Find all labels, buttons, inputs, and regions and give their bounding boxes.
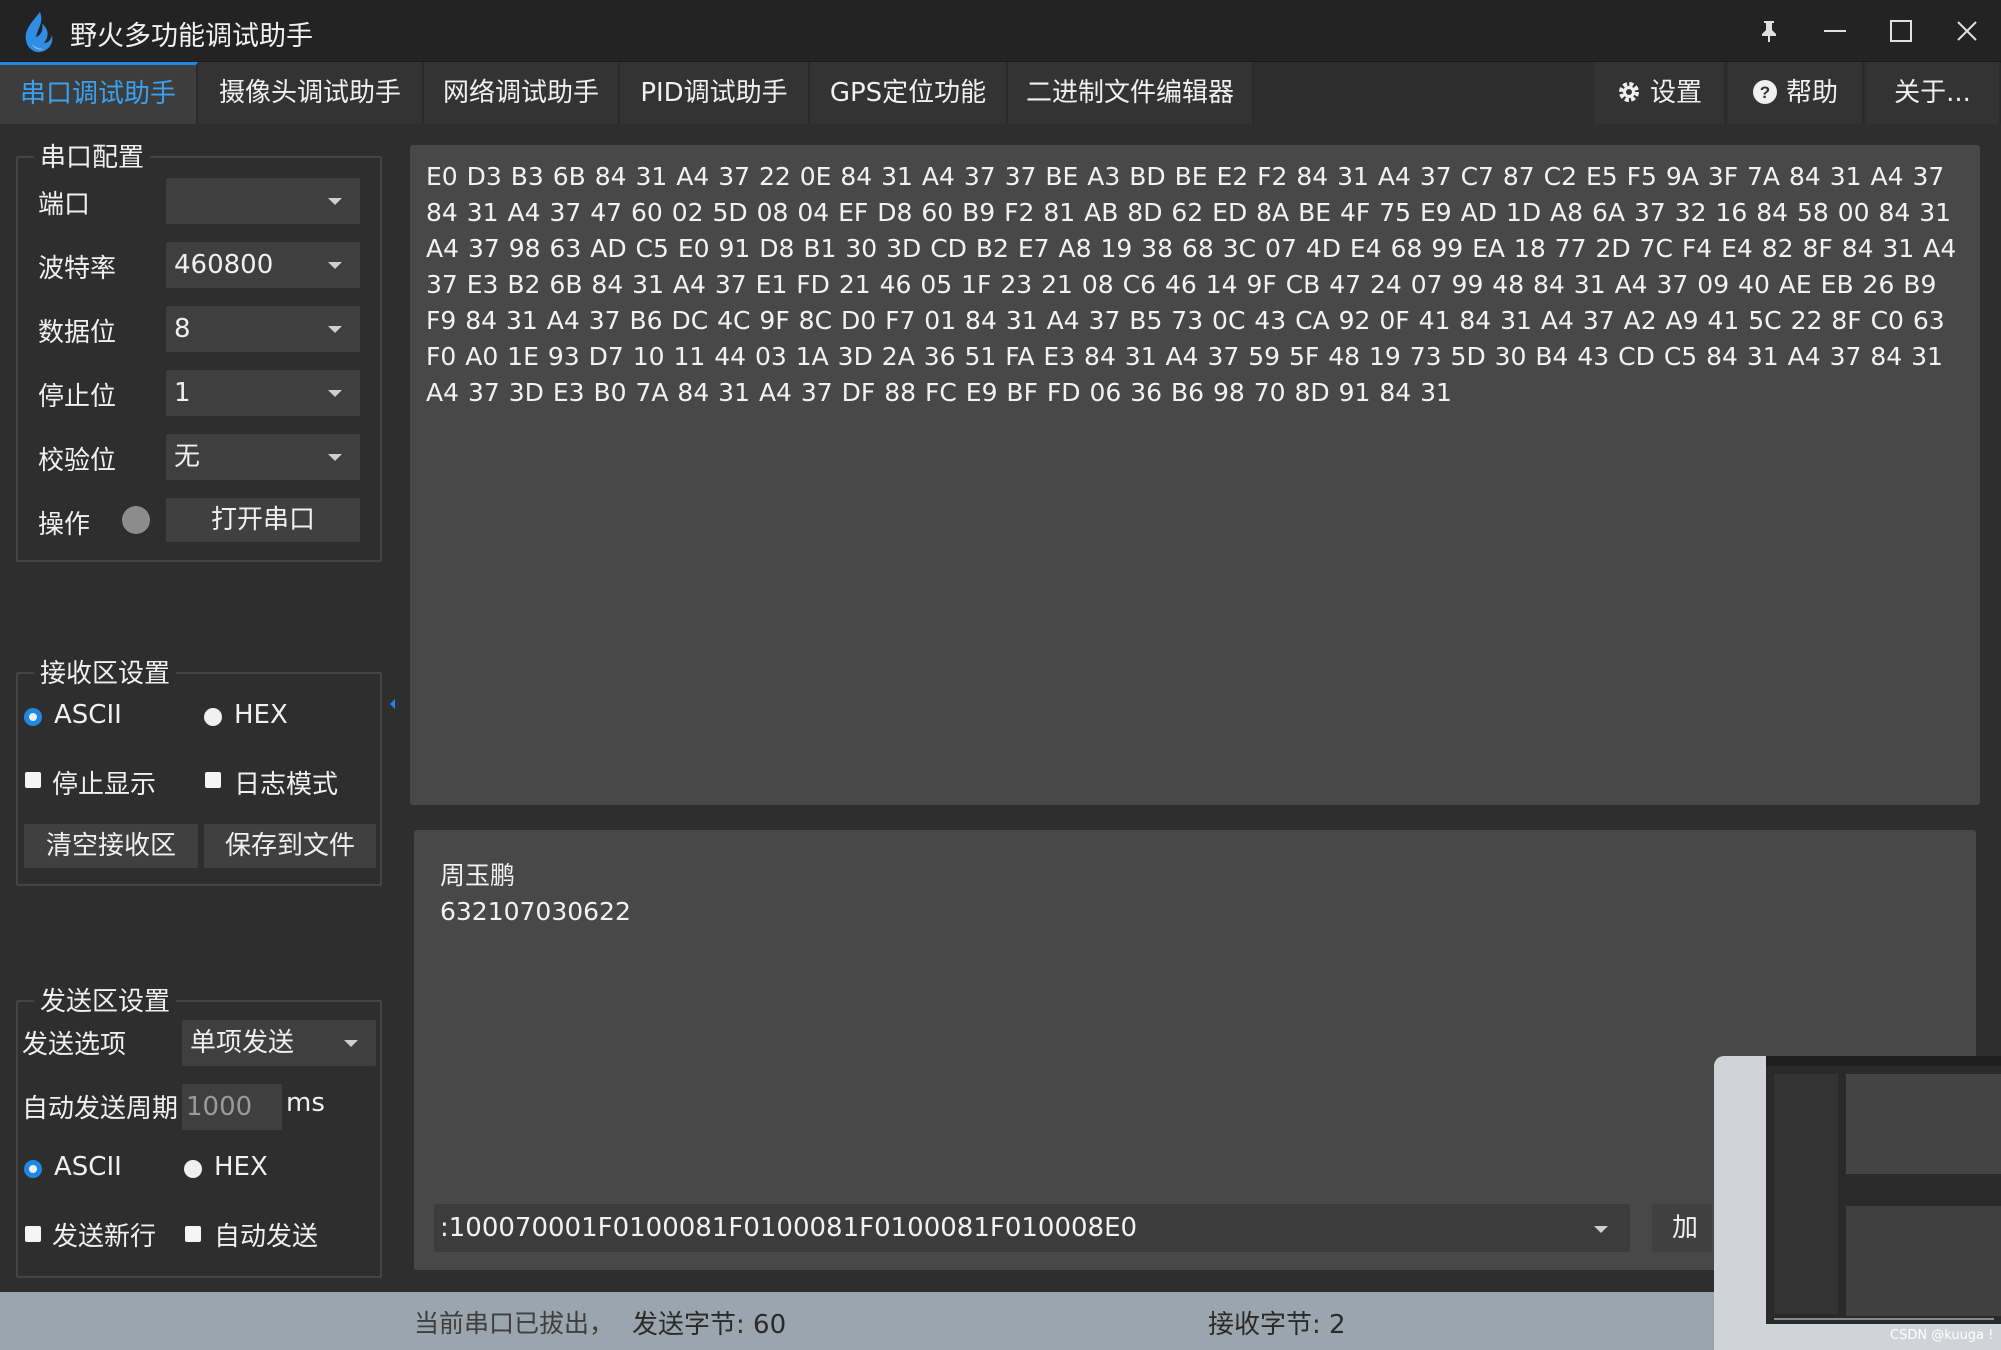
stopbits-label: 停止位 [38,382,117,412]
auto-send-label: 自动发送 [214,1222,319,1252]
window-title: 野火多功能调试助手 [70,21,313,52]
chevron-down-icon [1594,1226,1608,1233]
screenshot-thumbnail[interactable]: CSDN @kuuga ! [1714,1056,2001,1350]
recv-bytes-text: 接收字节: 2 [1208,1310,1346,1340]
tab-pid[interactable]: PID调试助手 [620,62,810,124]
serial-config-title: 串口配置 [34,137,151,174]
load-button[interactable]: 加载 [1652,1204,1712,1252]
chevron-down-icon [344,1040,358,1047]
thumbnail-caption: CSDN @kuuga ! [1890,1328,1994,1343]
send-hex-radio[interactable] [184,1160,202,1178]
send-text-line1: 周玉鹏 [440,861,516,890]
send-settings-title: 发送区设置 [34,981,177,1018]
send-text-line2: 632107030622 [440,897,631,926]
send-history-select[interactable]: :100070001F0100081F0100081F0100081F01000… [434,1204,1630,1252]
close-button[interactable] [1942,10,1992,52]
chevron-down-icon [328,198,342,205]
maximize-button[interactable] [1876,10,1926,52]
send-text: 周玉鹏 632107030622 [440,858,631,930]
status-bar [0,1292,2001,1350]
send-ascii-radio[interactable] [24,1160,42,1178]
port-state-text: 当前串口已拔出， [414,1309,615,1338]
send-ascii-label: ASCII [54,1152,122,1182]
send-option-select[interactable]: 单项发送 [182,1020,376,1066]
log-mode-label: 日志模式 [234,770,339,800]
close-icon [1957,21,1977,41]
parity-select[interactable]: 无 [166,434,360,480]
tab-settings[interactable]: 设置 [1594,62,1726,124]
chevron-down-icon [328,390,342,397]
tab-about[interactable]: 关于... [1866,62,2001,124]
chevron-down-icon [328,326,342,333]
send-option-label: 发送选项 [22,1030,127,1060]
receive-area[interactable]: E0 D3 B3 6B 84 31 A4 37 22 0E 84 31 A4 3… [410,145,1980,805]
thumbnail-image [1766,1056,2001,1324]
baud-label: 波特率 [38,254,117,284]
maximize-icon [1890,20,1912,42]
recv-hex-label: HEX [234,700,288,730]
parity-value: 无 [174,442,201,472]
tab-help[interactable]: ? 帮助 [1728,62,1864,124]
stop-display-label: 停止显示 [52,770,157,800]
log-mode-checkbox[interactable] [205,772,221,788]
stop-display-checkbox[interactable] [25,772,41,788]
tab-serial[interactable]: 串口调试助手 [0,62,198,124]
stopbits-value: 1 [174,378,191,408]
tab-network[interactable]: 网络调试助手 [424,62,620,124]
baud-select[interactable]: 460800 [166,242,360,288]
pin-icon [1762,21,1776,42]
parity-label: 校验位 [38,446,117,476]
send-hex-label: HEX [214,1152,268,1182]
baud-value: 460800 [174,250,274,280]
operation-label: 操作 [38,510,91,540]
chevron-down-icon [328,262,342,269]
send-newline-checkbox[interactable] [25,1226,41,1242]
chevron-down-icon [328,454,342,461]
stopbits-select[interactable]: 1 [166,370,360,416]
help-icon: ? [1752,80,1777,104]
port-label: 端口 [38,190,91,220]
period-unit-label: ms [286,1088,325,1118]
clear-recv-button[interactable]: 清空接收区 [24,824,198,868]
open-port-button[interactable]: 打开串口 [166,498,360,542]
sent-bytes-text: 发送字节: 60 [632,1310,787,1340]
databits-label: 数据位 [38,318,117,348]
minimize-button[interactable] [1810,10,1860,52]
port-select[interactable] [166,178,360,224]
databits-value: 8 [174,314,191,344]
svg-text:?: ? [1760,83,1770,102]
tab-gps[interactable]: GPS定位功能 [810,62,1008,124]
recv-hex-radio[interactable] [204,708,222,726]
settings-label: 设置 [1649,78,1702,108]
tab-bar: 串口调试助手 摄像头调试助手 网络调试助手 PID调试助手 GPS定位功能 二进… [0,62,2001,124]
recv-ascii-radio[interactable] [24,708,42,726]
auto-send-checkbox[interactable] [185,1226,201,1242]
recv-ascii-label: ASCII [54,700,122,730]
title-bar: 野火多功能调试助手 [0,0,2001,62]
send-newline-label: 发送新行 [52,1222,157,1252]
gear-icon [1618,82,1639,102]
help-label: 帮助 [1785,78,1838,108]
pin-button[interactable] [1744,10,1794,52]
tab-camera[interactable]: 摄像头调试助手 [198,62,424,124]
auto-period-input[interactable]: 1000 [182,1084,282,1130]
tab-binary-editor[interactable]: 二进制文件编辑器 [1008,62,1254,124]
port-status-indicator [122,506,150,534]
minimize-icon [1824,30,1846,32]
send-history-value: :100070001F0100081F0100081F0100081F01000… [440,1213,1138,1243]
auto-period-label: 自动发送周期 [22,1094,179,1124]
recv-settings-title: 接收区设置 [34,653,177,690]
send-option-value: 单项发送 [190,1028,295,1058]
save-to-file-button[interactable]: 保存到文件 [204,824,376,868]
databits-select[interactable]: 8 [166,306,360,352]
flame-logo-icon [25,12,53,53]
